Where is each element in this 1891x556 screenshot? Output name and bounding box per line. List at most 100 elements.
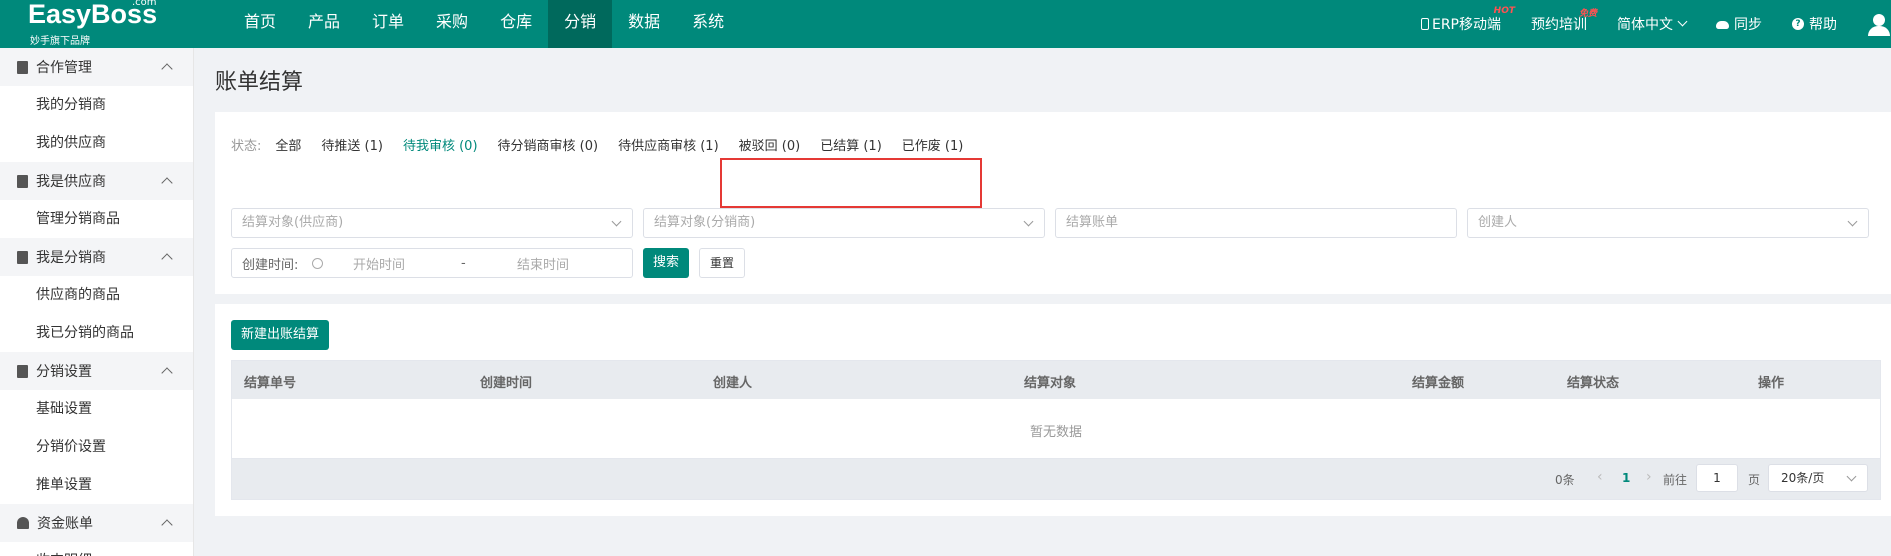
status-tab-all[interactable]: 全部 bbox=[275, 135, 301, 154]
nav-warehouse[interactable]: 仓库 bbox=[484, 0, 548, 48]
erp-mobile-label: ERP移动端 bbox=[1431, 17, 1501, 33]
page-size-label: 20条/页 bbox=[1781, 471, 1825, 485]
chevron-down-icon bbox=[1023, 216, 1034, 227]
nav-orders[interactable]: 订单 bbox=[356, 0, 420, 48]
brand-slogan: 妙手旗下品牌 bbox=[30, 36, 90, 47]
nav-data[interactable]: 数据 bbox=[612, 0, 676, 48]
top-navbar: EasyBoss .com 妙手旗下品牌 首页 产品 订单 采购 仓库 分销 数… bbox=[0, 0, 1891, 48]
clipboard-icon bbox=[17, 364, 28, 378]
top-right-menu: ERP移动端 HOT 预约培训 免费 简体中文 同步 ? 帮助 bbox=[1420, 0, 1891, 48]
sidebar-item-price-settings[interactable]: 分销价设置 bbox=[0, 428, 193, 466]
bill-input[interactable]: 结算账单 bbox=[1055, 208, 1457, 238]
sidebar-item-push-settings[interactable]: 推单设置 bbox=[0, 466, 193, 504]
distributor-select[interactable]: 结算对象(分销商) bbox=[643, 208, 1045, 238]
status-tab-voided[interactable]: 已作废 (1) bbox=[902, 135, 964, 154]
supplier-select-placeholder: 结算对象(供应商) bbox=[242, 215, 344, 230]
nav-distribution[interactable]: 分销 bbox=[548, 0, 613, 48]
chevron-up-icon bbox=[161, 63, 173, 75]
settlement-table: 结算单号 创建时间 创建人 结算对象 结算金额 结算状态 操作 暂无数据 0条 … bbox=[231, 360, 1881, 500]
pagination: 0条 ‹ 1 › 前往 1 页 20条/页 bbox=[232, 459, 1880, 499]
col-amount: 结算金额 bbox=[1412, 376, 1465, 391]
status-tab-distributor-review[interactable]: 待分销商审核 (0) bbox=[498, 135, 599, 154]
sidebar-item-manage-products[interactable]: 管理分销商品 bbox=[0, 200, 193, 238]
sync-label: 同步 bbox=[1734, 17, 1762, 33]
results-panel: 新建出账结算 结算单号 创建时间 创建人 结算对象 结算金额 结算状态 操作 暂… bbox=[215, 304, 1891, 516]
clipboard-icon bbox=[17, 60, 28, 74]
status-tab-settled[interactable]: 已结算 (1) bbox=[820, 135, 882, 154]
sidebar-group-supplier[interactable]: 我是供应商 bbox=[0, 162, 193, 200]
reset-button[interactable]: 重置 bbox=[699, 248, 745, 278]
creator-select[interactable]: 创建人 bbox=[1467, 208, 1869, 238]
sidebar-group-title: 分销设置 bbox=[36, 364, 92, 380]
free-badge: 免费 bbox=[1578, 9, 1597, 19]
page-title: 账单结算 bbox=[215, 70, 304, 95]
nav-system[interactable]: 系统 bbox=[676, 0, 740, 48]
help-label: 帮助 bbox=[1809, 17, 1837, 33]
chevron-down-icon bbox=[1847, 216, 1858, 227]
status-tab-rejected[interactable]: 被驳回 (0) bbox=[739, 135, 801, 154]
prev-page-button[interactable]: ‹ bbox=[1597, 469, 1603, 485]
sidebar-group-title: 我是供应商 bbox=[36, 174, 106, 190]
table-body: 暂无数据 bbox=[232, 399, 1880, 459]
search-button[interactable]: 搜索 bbox=[643, 248, 689, 278]
sync-button[interactable]: 同步 bbox=[1716, 14, 1762, 34]
erp-mobile-link[interactable]: ERP移动端 HOT bbox=[1420, 6, 1515, 34]
sidebar-group-title: 资金账单 bbox=[37, 516, 93, 532]
sidebar-group-title: 合作管理 bbox=[36, 60, 92, 76]
create-settlement-button[interactable]: 新建出账结算 bbox=[231, 320, 329, 350]
page-size-select[interactable]: 20条/页 bbox=[1768, 464, 1868, 492]
training-link[interactable]: 预约培训 免费 bbox=[1531, 9, 1597, 34]
total-count: 0条 bbox=[1555, 473, 1575, 487]
supplier-select[interactable]: 结算对象(供应商) bbox=[231, 208, 633, 238]
col-status: 结算状态 bbox=[1567, 376, 1620, 391]
help-icon: ? bbox=[1792, 18, 1804, 30]
chevron-up-icon bbox=[161, 367, 173, 379]
sidebar-item-basic-settings[interactable]: 基础设置 bbox=[0, 390, 193, 428]
sidebar-group-funds[interactable]: 资金账单 bbox=[0, 504, 193, 542]
start-date-input[interactable]: 开始时间 bbox=[353, 254, 461, 273]
nav-products[interactable]: 产品 bbox=[292, 0, 356, 48]
sidebar-group-settings[interactable]: 分销设置 bbox=[0, 352, 193, 390]
highlight-box bbox=[720, 158, 982, 208]
brand-suffix: .com bbox=[132, 0, 157, 8]
help-button[interactable]: ? 帮助 bbox=[1792, 14, 1837, 34]
next-page-button[interactable]: › bbox=[1646, 469, 1652, 485]
main-content: 账单结算 状态: 全部 待推送 (1) 待我审核 (0) 待分销商审核 (0) … bbox=[195, 48, 1891, 556]
current-page[interactable]: 1 bbox=[1622, 471, 1630, 485]
user-avatar-icon[interactable] bbox=[1867, 13, 1891, 36]
nav-purchase[interactable]: 采购 bbox=[420, 0, 484, 48]
status-tab-pending-push[interactable]: 待推送 (1) bbox=[321, 135, 383, 154]
creator-select-placeholder: 创建人 bbox=[1478, 215, 1518, 230]
status-tab-supplier-review[interactable]: 待供应商审核 (1) bbox=[618, 135, 719, 154]
sidebar-item-distributed-products[interactable]: 我已分销的商品 bbox=[0, 314, 193, 352]
filter-panel: 状态: 全部 待推送 (1) 待我审核 (0) 待分销商审核 (0) 待供应商审… bbox=[215, 112, 1891, 294]
end-date-input[interactable]: 结束时间 bbox=[517, 254, 569, 273]
main-nav: 首页 产品 订单 采购 仓库 分销 数据 系统 bbox=[228, 0, 740, 48]
chevron-down-icon bbox=[1677, 16, 1688, 26]
chevron-down-icon bbox=[611, 216, 622, 227]
hot-badge: HOT bbox=[1493, 6, 1515, 16]
col-actions: 操作 bbox=[1758, 376, 1785, 391]
cloud-icon bbox=[1716, 21, 1729, 29]
chevron-up-icon bbox=[161, 519, 173, 531]
sidebar-item-my-suppliers[interactable]: 我的供应商 bbox=[0, 124, 193, 162]
status-tab-my-review[interactable]: 待我审核 (0) bbox=[403, 135, 478, 154]
sidebar-item-supplier-products[interactable]: 供应商的商品 bbox=[0, 276, 193, 314]
language-select[interactable]: 简体中文 bbox=[1617, 14, 1688, 34]
sidebar-group-cooperation[interactable]: 合作管理 bbox=[0, 48, 193, 86]
clipboard-icon bbox=[17, 174, 28, 188]
sidebar-item-income-details[interactable]: 收支明细 bbox=[0, 542, 193, 556]
sidebar-item-my-distributors[interactable]: 我的分销商 bbox=[0, 86, 193, 124]
empty-text: 暂无数据 bbox=[1029, 425, 1082, 440]
sidebar-group-title: 我是分销商 bbox=[36, 250, 106, 266]
date-range-picker[interactable]: 创建时间: 开始时间 - 结束时间 bbox=[231, 248, 633, 278]
goto-page-input[interactable]: 1 bbox=[1696, 464, 1738, 492]
page-unit: 页 bbox=[1748, 473, 1761, 487]
language-label: 简体中文 bbox=[1617, 17, 1673, 33]
date-separator: - bbox=[461, 255, 466, 271]
col-creator: 创建人 bbox=[713, 376, 753, 391]
chevron-up-icon bbox=[161, 253, 173, 265]
sidebar-group-distributor[interactable]: 我是分销商 bbox=[0, 238, 193, 276]
brand-logo[interactable]: EasyBoss .com 妙手旗下品牌 bbox=[28, 0, 168, 48]
nav-home[interactable]: 首页 bbox=[228, 0, 292, 48]
